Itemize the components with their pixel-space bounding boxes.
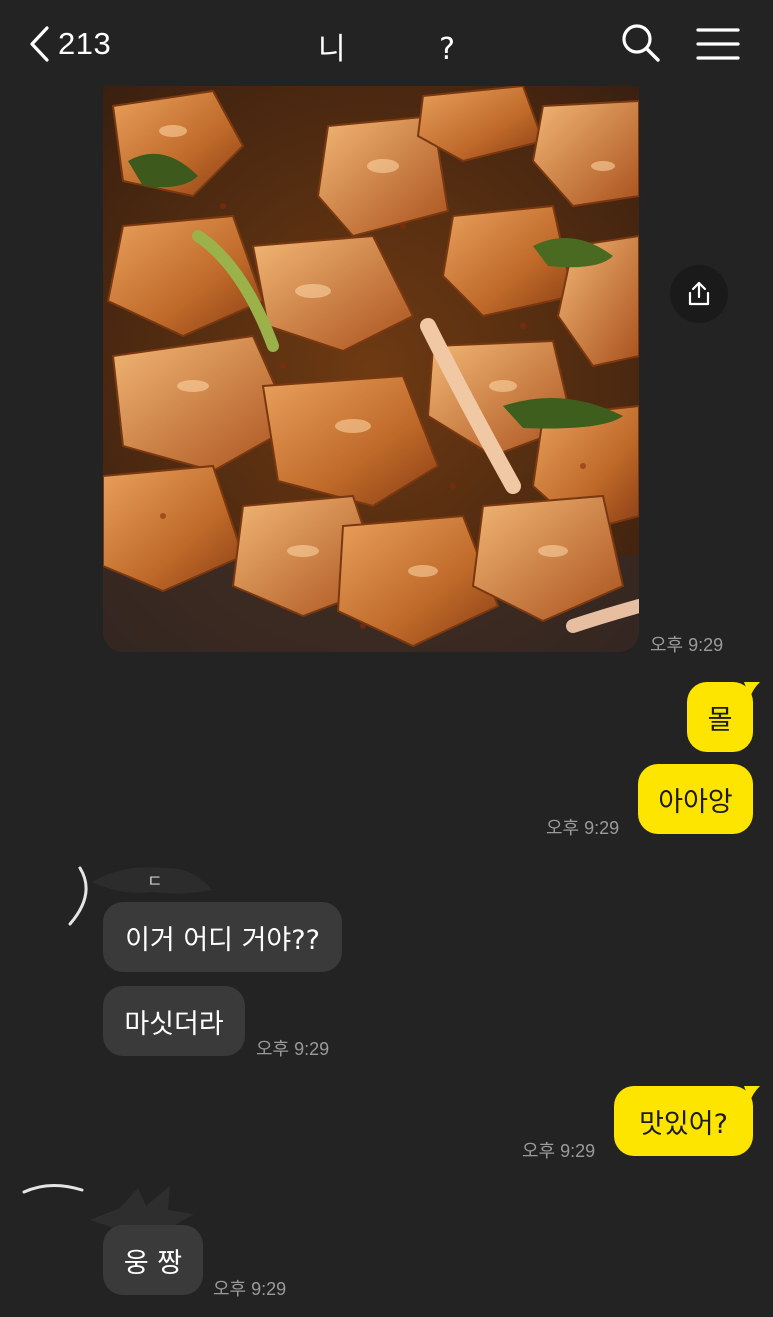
message-text: 몰	[707, 704, 733, 736]
friend-message-bubble[interactable]: 웅 짱	[103, 1225, 203, 1295]
share-upload-icon	[688, 281, 710, 306]
message-text: 마싯더라	[124, 1008, 224, 1040]
message-text: 맛있어?	[639, 1108, 728, 1140]
friend-message-bubble[interactable]: 마싯더라	[103, 986, 245, 1056]
friend-message-bubble[interactable]: 이거 어디 거야??	[103, 902, 342, 972]
message-text: 아아앙	[658, 786, 733, 818]
hamburger-menu-icon	[696, 28, 740, 60]
message-time: 오후 9:29	[650, 635, 724, 655]
share-button[interactable]	[670, 265, 728, 323]
message-text: 웅 짱	[123, 1247, 183, 1279]
sender-name: ㄷ	[147, 872, 163, 892]
search-button[interactable]	[618, 20, 664, 66]
search-icon	[622, 24, 660, 62]
menu-button[interactable]	[694, 22, 742, 66]
message-time: 오후 9:29	[256, 1039, 330, 1059]
message-time: 오후 9:29	[546, 818, 620, 838]
my-message-bubble[interactable]: 맛있어?	[614, 1086, 753, 1156]
bubble-tail	[744, 1086, 760, 1102]
my-message-bubble[interactable]: 아아앙	[638, 764, 753, 834]
chat-header: 213 니 ?	[0, 0, 773, 86]
food-photo-message[interactable]	[103, 86, 639, 652]
message-time: 오후 9:29	[522, 1141, 596, 1161]
message-text: 이거 어디 거야??	[125, 924, 320, 956]
message-time: 오후 9:29	[213, 1279, 287, 1299]
bubble-tail	[744, 682, 760, 698]
